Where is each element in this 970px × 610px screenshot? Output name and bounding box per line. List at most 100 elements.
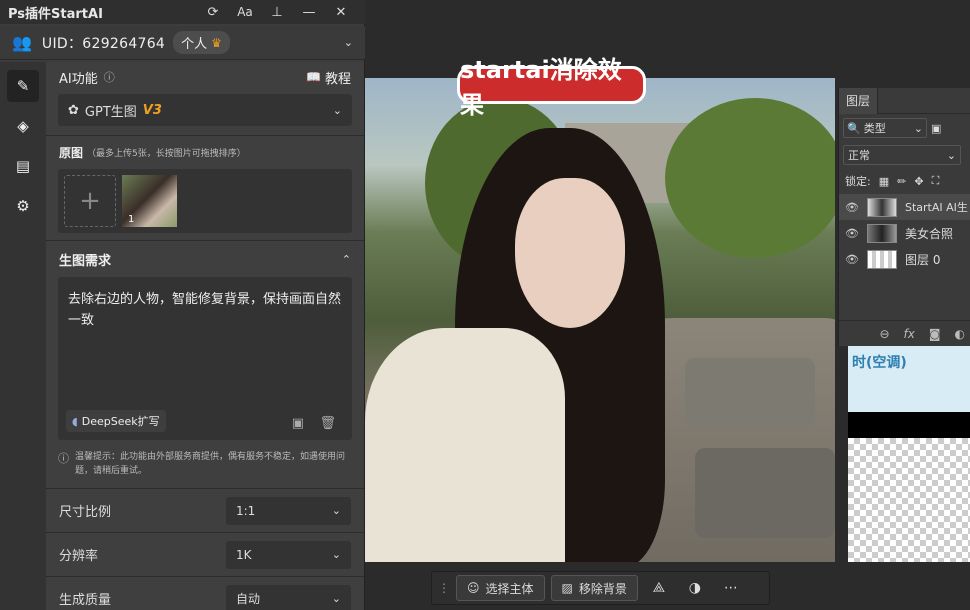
canvas-photo[interactable] <box>365 78 835 562</box>
drag-handle-icon[interactable]: ⋮ <box>438 581 450 595</box>
person-face <box>515 178 625 328</box>
account-bar[interactable]: 👥 UID：629264764 个人 ♛ ⌄ <box>0 26 365 60</box>
ai-function-header: AI功能 ⓘ 📖 教程 <box>46 63 364 91</box>
contextual-taskbar: ⋮ ☺ 选择主体 ▨ 移除背景 ⟁ ◑ ⋯ <box>431 571 770 605</box>
select-subject-label: 选择主体 <box>485 581 534 596</box>
model-select[interactable]: ✿ GPT生图 V3 ⌄ <box>58 94 352 126</box>
deepseek-label: DeepSeek扩写 <box>81 415 160 428</box>
minimize-icon[interactable]: — <box>293 5 325 20</box>
close-icon[interactable]: ✕ <box>325 5 357 20</box>
brush-icon[interactable]: ✏ <box>897 175 906 188</box>
blend-mode-select[interactable]: 正常 ⌄ <box>843 145 961 165</box>
quality-value: 自动 <box>236 592 261 606</box>
users-icon: 👥 <box>12 33 32 52</box>
crown-icon: ♛ <box>211 35 222 50</box>
person-icon: ☺ <box>467 581 480 595</box>
save-icon[interactable]: ▤ <box>7 150 39 182</box>
ai-function-label: AI功能 <box>59 71 98 87</box>
edit-icon[interactable]: ✎ <box>7 70 39 102</box>
aspect-select[interactable]: 1:1 ⌄ <box>226 496 351 525</box>
rock <box>695 448 835 538</box>
book-icon[interactable]: 📖 <box>306 70 321 84</box>
preview-text: 时(空调) <box>852 355 907 371</box>
more-icon[interactable]: ⋯ <box>716 580 746 596</box>
refresh-icon[interactable]: ⟳ <box>197 5 229 20</box>
lock-label: 锁定: <box>845 175 871 188</box>
plugin-panel: Ps插件StartAI ⟳ Aa ⊥ — ✕ 👥 UID：629264764 个… <box>0 0 365 610</box>
image-icon: ▨ <box>561 581 573 595</box>
model-version: V3 <box>142 102 162 118</box>
info-icon[interactable]: ⓘ <box>104 69 115 85</box>
layers-tab[interactable]: 图层 <box>839 87 879 114</box>
thumb-index: 1 <box>128 214 135 225</box>
pin-icon[interactable]: ⊥ <box>261 5 293 20</box>
chevron-down-icon[interactable]: ⌄ <box>344 36 353 49</box>
quality-select[interactable]: 自动 ⌄ <box>226 584 351 610</box>
fx-icon[interactable]: fx <box>904 327 915 341</box>
layers-panel: 图层 🔍 类型 ⌄ ▣ 正常 ⌄ 锁定: ▦ ✏ ✥ ⛶ 👁 StartAI A… <box>838 87 970 346</box>
rock <box>685 358 815 428</box>
filter-select[interactable]: 🔍 类型 ⌄ <box>843 118 927 138</box>
add-image-button[interactable]: + <box>64 175 116 227</box>
chevron-down-icon: ⌄ <box>332 103 342 117</box>
trash-icon[interactable]: 🗑 <box>319 416 336 431</box>
layer-row[interactable]: 👁 图层 0 <box>839 246 970 272</box>
image-filter-icon[interactable]: ▣ <box>931 122 941 135</box>
black-strip <box>848 412 970 438</box>
transform-icon[interactable]: ⟁ <box>644 580 674 596</box>
remove-background-button[interactable]: ▨ 移除背景 <box>550 575 638 601</box>
resolution-label: 分辨率 <box>59 549 99 564</box>
whale-icon: ◖ <box>72 414 78 428</box>
select-subject-button[interactable]: ☺ 选择主体 <box>456 575 545 601</box>
eye-icon[interactable]: 👁 <box>845 227 861 240</box>
layers-icon[interactable]: ◈ <box>7 110 39 142</box>
overlay-tag: startai消除效果 <box>457 56 646 119</box>
eye-icon[interactable]: 👁 <box>845 201 861 214</box>
mask-icon[interactable]: ◙ <box>929 327 941 341</box>
move-icon[interactable]: ✥ <box>914 175 923 188</box>
account-type: 个人 <box>181 37 208 52</box>
layer-row[interactable]: 👁 美女合照 <box>839 220 970 246</box>
prompt-section-label: 生图需求 <box>59 253 112 269</box>
transparent-canvas <box>848 438 970 562</box>
plugin-content: AI功能 ⓘ 📖 教程 ✿ GPT生图 V3 ⌄ 原图 （最多上传5张，长按图片… <box>46 62 364 610</box>
lock-pixels-icon[interactable]: ▦ <box>879 175 889 188</box>
aspect-value: 1:1 <box>236 503 256 518</box>
openai-icon: ✿ <box>68 102 79 118</box>
quality-row: 生成质量 自动 ⌄ <box>46 577 364 610</box>
gear-icon[interactable]: ⚙ <box>7 190 39 222</box>
tree <box>665 98 835 258</box>
resolution-value: 1K <box>236 547 252 562</box>
tutorial-link[interactable]: 教程 <box>325 68 351 87</box>
chevron-down-icon: ⌄ <box>331 548 341 561</box>
original-images-area: + 1 <box>58 169 352 233</box>
resolution-row: 分辨率 1K ⌄ <box>46 533 364 576</box>
warning-icon: ⓘ <box>58 452 69 465</box>
font-size-icon[interactable]: Aa <box>229 5 261 19</box>
template-icon[interactable]: ▣ <box>292 416 304 431</box>
chevron-up-icon[interactable]: ⌃ <box>342 253 351 266</box>
deepseek-button[interactable]: ◖ DeepSeek扩写 <box>66 410 166 432</box>
plugin-titlebar: Ps插件StartAI ⟳ Aa ⊥ — ✕ <box>0 0 365 24</box>
plugin-sidebar: ✎ ◈ ▤ ⚙ <box>0 62 46 610</box>
image-thumbnail[interactable]: 1 <box>122 175 177 227</box>
original-hint: （最多上传5张，长按图片可拖拽排序） <box>87 148 246 159</box>
uid-text: UID：629264764 <box>41 35 166 52</box>
contrast-icon[interactable]: ◑ <box>680 580 710 596</box>
prompt-textarea[interactable]: 去除右边的人物，智能修复背景，保持画面自然一致 ◖ DeepSeek扩写 ▣ 🗑 <box>58 277 352 440</box>
resolution-select[interactable]: 1K ⌄ <box>226 540 351 569</box>
chevron-down-icon: ⌄ <box>331 504 341 517</box>
aspect-row: 尺寸比例 1:1 ⌄ <box>46 489 364 532</box>
layer-thumbnail <box>867 249 897 269</box>
link-icon[interactable]: ⊖ <box>879 327 889 341</box>
account-badge: 个人 ♛ <box>173 31 230 54</box>
notice-text: 温馨提示：此功能由外部服务商提供，偶有服务不稳定，如遇使用问题，请稍后重试。 <box>75 452 346 476</box>
eye-icon[interactable]: 👁 <box>845 253 861 266</box>
adjustment-icon[interactable]: ◐ <box>955 327 965 341</box>
aspect-label: 尺寸比例 <box>59 505 112 520</box>
prompt-header[interactable]: 生图需求 ⌃ <box>46 245 364 273</box>
remove-background-label: 移除背景 <box>578 581 627 596</box>
layer-row[interactable]: 👁 StartAI AI生 <box>839 194 970 220</box>
crop-icon[interactable]: ⛶ <box>932 174 940 188</box>
layer-name: StartAI AI生 <box>905 201 968 214</box>
